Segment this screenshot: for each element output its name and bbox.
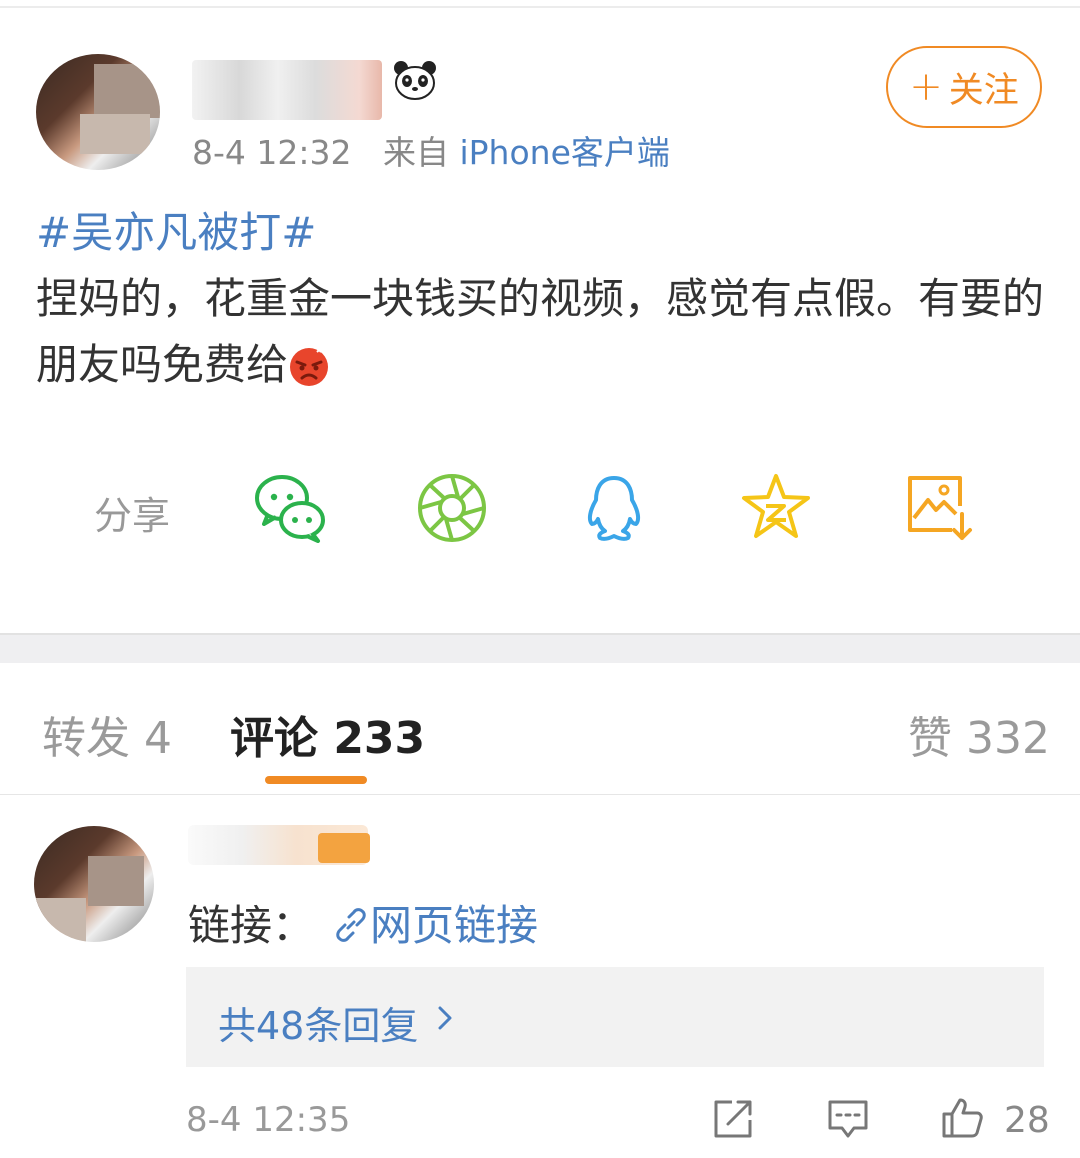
post-time: 8-4 12:32 — [192, 133, 352, 172]
tabs-divider — [0, 794, 1080, 795]
post-content: #吴亦凡被打# 捏妈的，花重金一块钱买的视频，感觉有点假。有要的朋友吗免费给 — [36, 200, 1046, 398]
comment-content: 链接： 网页链接 — [188, 892, 538, 953]
follow-button[interactable]: + 关注 — [886, 46, 1042, 128]
topic-link[interactable]: #吴亦凡被打# — [36, 200, 1046, 266]
comment-time: 8-4 12:35 — [186, 1100, 351, 1140]
post-body: 捏妈的，花重金一块钱买的视频，感觉有点假。有要的朋友吗免费给 — [36, 274, 1045, 389]
like-count: 28 — [1004, 1100, 1050, 1141]
tab-repost[interactable]: 转发 4 — [42, 702, 172, 766]
post-meta: 8-4 12:32 来自 iPhone客户端 — [192, 126, 670, 174]
top-divider — [0, 6, 1080, 8]
qq-icon[interactable] — [576, 470, 652, 546]
post-source[interactable]: iPhone客户端 — [459, 133, 669, 172]
author-avatar[interactable] — [36, 54, 160, 170]
reply-comment-icon[interactable] — [826, 1096, 870, 1140]
follow-label: 关注 — [948, 70, 1019, 111]
section-separator — [0, 633, 1080, 663]
panda-icon — [394, 61, 436, 100]
plus-icon: + — [909, 64, 943, 110]
replies-panel[interactable]: 共48条回复 — [186, 967, 1044, 1067]
angry-emoji-icon — [290, 347, 329, 386]
web-link[interactable]: 网页链接 — [370, 901, 538, 950]
like-icon[interactable] — [940, 1096, 984, 1140]
active-tab-indicator — [265, 776, 367, 784]
save-image-icon[interactable] — [900, 470, 976, 546]
comment-prefix: 链接： — [188, 901, 315, 950]
share-label: 分享 — [94, 494, 171, 538]
link-icon — [336, 908, 366, 942]
qzone-icon[interactable] — [738, 470, 814, 546]
author-badge — [318, 833, 370, 863]
wechat-icon[interactable] — [252, 470, 328, 546]
moments-icon[interactable] — [414, 470, 490, 546]
replies-count: 共48条回复 — [218, 1004, 419, 1048]
chevron-right-icon — [438, 1006, 452, 1030]
author-name-obscured[interactable] — [192, 60, 382, 120]
commenter-name-obscured[interactable] — [188, 825, 370, 871]
source-prefix: 来自 — [382, 133, 449, 172]
commenter-avatar[interactable] — [34, 826, 154, 942]
tab-like[interactable]: 赞 332 — [908, 702, 1050, 766]
share-out-icon[interactable] — [712, 1096, 756, 1140]
tab-comment[interactable]: 评论 233 — [230, 702, 425, 766]
